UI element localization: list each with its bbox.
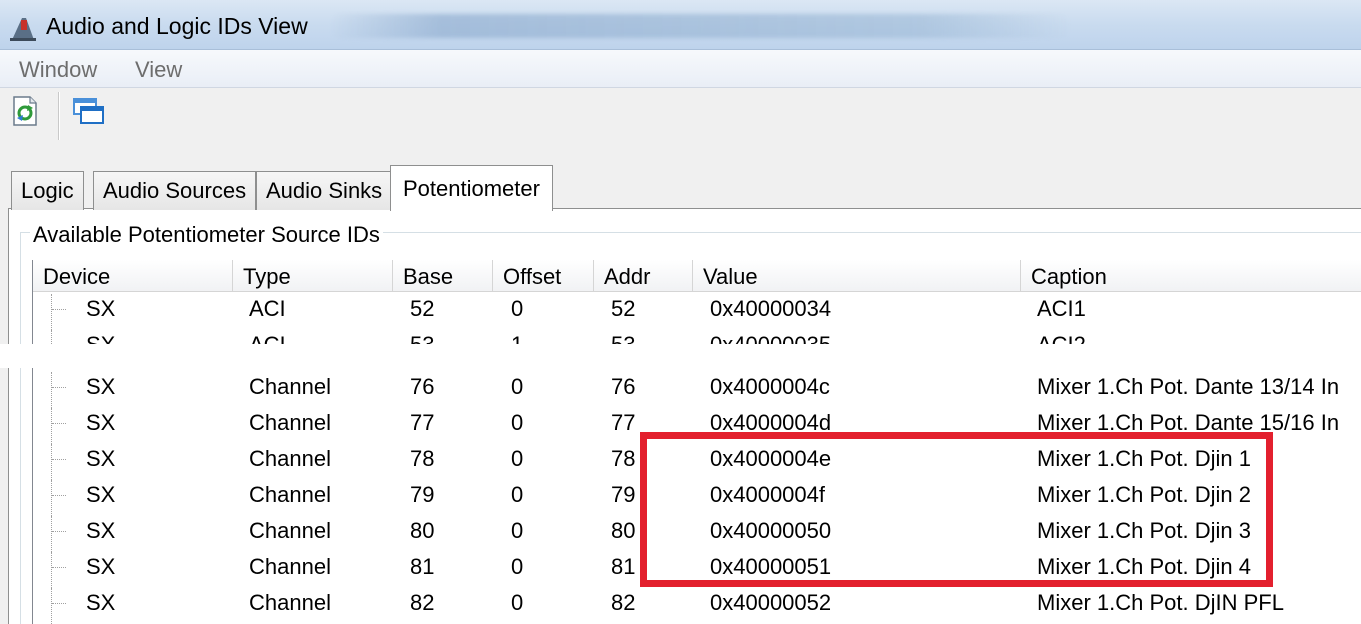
cell-base: 52 xyxy=(410,296,435,321)
cell-addr: 76 xyxy=(611,374,636,399)
cell-offset: 0 xyxy=(511,374,524,399)
cell-type: Channel xyxy=(249,554,331,579)
app-icon xyxy=(8,14,38,42)
cell-type: Channel xyxy=(249,410,331,435)
cell-base: 78 xyxy=(410,446,435,471)
table-row[interactable]: SX ACI 52 0 52 0x40000034 ACI1 xyxy=(33,294,1361,330)
col-device[interactable]: Device xyxy=(33,260,233,292)
tree-branch xyxy=(52,309,66,310)
cell-addr: 79 xyxy=(611,482,636,507)
cell-addr: 82 xyxy=(611,590,636,615)
tree-line xyxy=(51,294,52,330)
cell-type: Channel xyxy=(249,590,331,615)
cell-offset: 0 xyxy=(511,446,524,471)
cell-base: 81 xyxy=(410,554,435,579)
cell-offset: 0 xyxy=(511,410,524,435)
tree-branch xyxy=(52,567,66,568)
tab-label: Audio Sources xyxy=(103,178,247,203)
tree-line xyxy=(51,444,52,480)
col-addr[interactable]: Addr xyxy=(594,260,693,292)
highlight-annotation xyxy=(640,432,1273,587)
col-offset[interactable]: Offset xyxy=(493,260,594,292)
cell-caption: Mixer 1.Ch Pot. Dante 13/14 In xyxy=(1037,374,1340,399)
cell-type: Channel xyxy=(249,446,331,471)
cell-device: SX xyxy=(86,518,116,543)
cell-addr: 77 xyxy=(611,410,636,435)
tab-potentiometer[interactable]: Potentiometer xyxy=(390,165,553,211)
col-value[interactable]: Value xyxy=(693,260,1021,292)
tab-strip: Logic Audio Sources Audio Sinks Potentio… xyxy=(0,165,1361,211)
cell-base: 79 xyxy=(410,482,435,507)
splice-gap xyxy=(0,344,1361,368)
cell-value: 0x40000052 xyxy=(710,590,832,615)
cell-base: 82 xyxy=(410,590,435,615)
menu-view[interactable]: View xyxy=(135,57,182,83)
blurred-title-path xyxy=(330,14,1070,38)
toolbar-separator xyxy=(58,92,60,140)
new-window-button[interactable] xyxy=(72,94,106,134)
tree-branch xyxy=(52,459,66,460)
cell-device: SX xyxy=(86,590,116,615)
cell-offset: 0 xyxy=(511,590,524,615)
cell-caption: ACI1 xyxy=(1037,296,1086,321)
tab-label: Logic xyxy=(21,178,74,203)
cell-base: 77 xyxy=(410,410,435,435)
window-title: Audio and Logic IDs View xyxy=(46,13,308,39)
cell-caption: Mixer 1.Ch Pot. DjIN PFL xyxy=(1037,590,1284,615)
cell-addr: 52 xyxy=(611,296,636,321)
tree-branch xyxy=(52,603,66,604)
cell-value: 0x40000034 xyxy=(710,296,832,321)
tree-line xyxy=(51,552,52,588)
cell-value: 0x4000004c xyxy=(710,374,830,399)
col-type[interactable]: Type xyxy=(233,260,393,292)
cell-addr: 81 xyxy=(611,554,636,579)
tab-label: Audio Sinks xyxy=(266,178,383,203)
tree-branch xyxy=(52,531,66,532)
tree-line xyxy=(51,480,52,516)
tree-line xyxy=(51,408,52,444)
menu-window[interactable]: Window xyxy=(19,57,97,83)
tab-logic[interactable]: Logic xyxy=(11,171,84,210)
col-base[interactable]: Base xyxy=(393,260,493,292)
tab-audio-sinks[interactable]: Audio Sinks xyxy=(256,171,393,210)
table-row[interactable]: SX Channel 76 0 76 0x4000004c Mixer 1.Ch… xyxy=(33,372,1361,408)
table-row[interactable]: SX Channel 82 0 82 0x40000052 Mixer 1.Ch… xyxy=(33,588,1361,624)
tree-branch xyxy=(52,423,66,424)
cell-offset: 0 xyxy=(511,296,524,321)
cell-offset: 0 xyxy=(511,482,524,507)
windows-icon xyxy=(72,96,106,132)
tree-branch xyxy=(52,495,66,496)
cell-type: Channel xyxy=(249,374,331,399)
cell-device: SX xyxy=(86,296,116,321)
cell-device: SX xyxy=(86,482,116,507)
tree-line xyxy=(51,516,52,552)
refresh-button[interactable] xyxy=(8,94,42,134)
tree-line xyxy=(51,372,52,408)
table-header: Device Type Base Offset Addr Value Capti… xyxy=(33,260,1361,292)
cell-type: Channel xyxy=(249,482,331,507)
cell-offset: 0 xyxy=(511,518,524,543)
cell-base: 80 xyxy=(410,518,435,543)
tree-branch xyxy=(52,387,66,388)
menu-bar: Window View xyxy=(0,50,1361,88)
cell-type: ACI xyxy=(249,296,286,321)
cell-base: 76 xyxy=(410,374,435,399)
cell-addr: 80 xyxy=(611,518,636,543)
cell-type: Channel xyxy=(249,518,331,543)
cell-device: SX xyxy=(86,410,116,435)
tab-audio-sources[interactable]: Audio Sources xyxy=(93,171,257,210)
group-label: Available Potentiometer Source IDs xyxy=(30,222,383,248)
tab-label: Potentiometer xyxy=(403,175,540,201)
title-bar[interactable]: Audio and Logic IDs View xyxy=(0,0,1361,50)
cell-offset: 0 xyxy=(511,554,524,579)
col-caption[interactable]: Caption xyxy=(1021,260,1361,292)
cell-device: SX xyxy=(86,554,116,579)
cell-device: SX xyxy=(86,446,116,471)
cell-addr: 78 xyxy=(611,446,636,471)
refresh-icon xyxy=(11,96,39,132)
tree-line xyxy=(51,588,52,624)
toolbar xyxy=(0,88,1361,144)
cell-device: SX xyxy=(86,374,116,399)
